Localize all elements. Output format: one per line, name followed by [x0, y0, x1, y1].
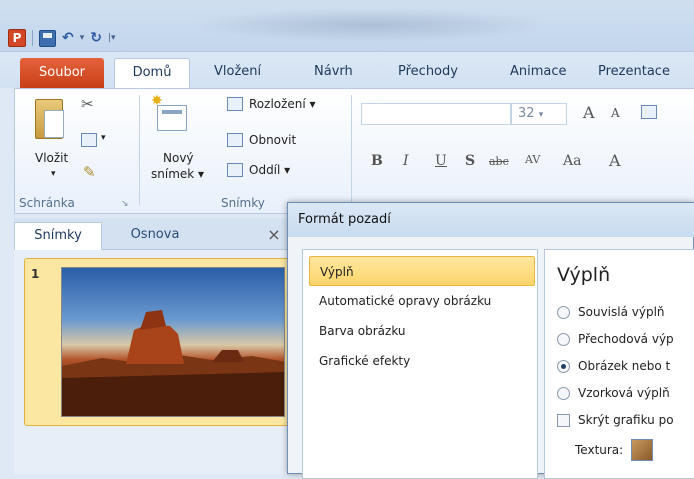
section-heading: Výplň	[557, 264, 611, 286]
format-painter-icon[interactable]: ✎	[83, 163, 96, 181]
paste-button[interactable]: Vložit	[35, 151, 68, 165]
desert-landscape-icon	[62, 310, 284, 416]
dialog-body: Výplň Automatické opravy obrázku Barva o…	[294, 239, 694, 479]
powerpoint-app-icon[interactable]: P	[8, 29, 26, 47]
font-size-select[interactable]: 32 ▾	[511, 103, 567, 125]
ribbon: Vložit ▾ ✂ ▾ ✎ Schránka ↘ ✸ Nový snímek …	[14, 88, 694, 214]
grow-font-button[interactable]: A	[583, 103, 595, 122]
underline-button[interactable]: U	[435, 153, 447, 169]
italic-button[interactable]: I	[403, 153, 409, 169]
cut-icon[interactable]: ✂	[81, 95, 94, 113]
clipboard-launcher-icon[interactable]: ↘	[121, 199, 129, 209]
save-icon[interactable]	[39, 29, 56, 47]
slides-group-label: Snímky	[221, 196, 265, 210]
option-pattern-fill[interactable]: Vzorková výplň	[557, 383, 670, 403]
new-slide-label-2[interactable]: snímek ▾	[151, 167, 204, 181]
label-picture-fill: Obrázek nebo t	[578, 359, 671, 373]
qat-separator	[32, 30, 33, 46]
label-pattern-fill: Vzorková výplň	[578, 386, 670, 400]
layout-button[interactable]: Rozložení ▾	[249, 97, 316, 111]
reset-button[interactable]: Obnovit	[249, 133, 296, 147]
option-gradient-fill[interactable]: Přechodová výp	[557, 329, 674, 349]
clear-formatting-icon[interactable]	[641, 105, 657, 119]
font-size-value: 32	[518, 106, 535, 121]
reset-icon[interactable]	[227, 133, 243, 147]
undo-dropdown-icon[interactable]: ▾	[80, 33, 85, 43]
tab-insert[interactable]: Vložení	[214, 58, 261, 88]
radio-gradient-fill[interactable]	[557, 332, 570, 346]
strikethrough-button[interactable]: abc	[489, 155, 509, 168]
slide-number: 1	[31, 267, 40, 281]
new-slide-sparkle-icon: ✸	[151, 93, 163, 109]
quick-access-toolbar: P ↶ ▾ ↻ |▾	[8, 28, 116, 48]
slide-thumbnail-selected[interactable]: 1	[24, 258, 300, 426]
clipboard-group-label: Schránka	[19, 196, 75, 210]
radio-picture-fill[interactable]	[557, 359, 570, 373]
change-case-button[interactable]: Aa	[563, 153, 581, 169]
option-hide-graphics[interactable]: Skrýt grafiku po	[557, 410, 674, 430]
nav-item-artistic-effects[interactable]: Grafické efekty	[309, 346, 535, 376]
copy-dropdown-icon[interactable]: ▾	[101, 133, 106, 143]
paste-icon[interactable]	[35, 99, 64, 139]
copy-icon[interactable]	[81, 133, 97, 147]
tab-outline[interactable]: Osnova	[110, 222, 200, 250]
window-title-blur	[190, 8, 550, 42]
label-gradient-fill: Přechodová výp	[578, 332, 674, 346]
repeat-icon[interactable]: ↻	[90, 30, 102, 46]
label-solid-fill: Souvislá výplň	[578, 305, 665, 319]
tab-animations[interactable]: Animace	[510, 58, 567, 88]
texture-picker-button[interactable]	[631, 439, 654, 461]
checkbox-hide-graphics[interactable]	[557, 413, 570, 427]
option-solid-fill[interactable]: Souvislá výplň	[557, 302, 665, 322]
nav-item-picture-corrections[interactable]: Automatické opravy obrázku	[309, 286, 535, 316]
option-picture-fill[interactable]: Obrázek nebo t	[557, 356, 670, 376]
group-separator	[139, 95, 140, 205]
label-texture: Textura:	[575, 443, 624, 457]
tab-transitions[interactable]: Přechody	[398, 58, 458, 88]
nav-item-picture-color[interactable]: Barva obrázku	[309, 316, 535, 346]
font-size-dropdown-icon[interactable]: ▾	[539, 110, 544, 120]
tab-home[interactable]: Domů	[114, 58, 190, 88]
section-button[interactable]: Oddíl ▾	[249, 163, 290, 177]
font-family-select[interactable]	[361, 103, 511, 125]
dialog-nav: Výplň Automatické opravy obrázku Barva o…	[302, 249, 538, 479]
slide-thumbnail-image	[61, 267, 285, 417]
group-separator	[351, 95, 352, 205]
undo-icon[interactable]: ↶	[62, 30, 74, 46]
radio-pattern-fill[interactable]	[557, 386, 570, 400]
format-background-dialog: Formát pozadí Výplň Automatické opravy o…	[287, 202, 694, 479]
dialog-content: Výplň Souvislá výplň Přechodová výp Obrá…	[544, 249, 694, 479]
new-slide-label-1[interactable]: Nový	[163, 151, 194, 165]
paste-dropdown-icon[interactable]: ▾	[51, 169, 56, 179]
tab-slides[interactable]: Snímky	[14, 222, 102, 250]
font-color-button[interactable]: A	[609, 151, 621, 170]
customize-qat-icon[interactable]: |▾	[108, 33, 116, 43]
tab-slideshow[interactable]: Prezentace	[598, 58, 670, 88]
shrink-font-button[interactable]: A	[611, 106, 620, 120]
radio-solid-fill[interactable]	[557, 305, 570, 319]
character-spacing-button[interactable]: AV	[525, 153, 540, 166]
label-hide-graphics: Skrýt grafiku po	[578, 413, 674, 427]
tab-design[interactable]: Návrh	[314, 58, 353, 88]
shadow-button[interactable]: S	[465, 153, 475, 169]
dialog-title[interactable]: Formát pozadí	[288, 203, 694, 237]
layout-icon[interactable]	[227, 97, 243, 111]
close-panel-button[interactable]: ×	[264, 222, 284, 250]
nav-item-fill[interactable]: Výplň	[309, 256, 535, 286]
title-bar: P ↶ ▾ ↻ |▾	[0, 0, 694, 52]
bold-button[interactable]: B	[371, 153, 383, 169]
texture-row: Textura:	[575, 439, 654, 461]
slide-thumbnails: 1	[14, 250, 300, 474]
section-icon[interactable]	[227, 163, 243, 177]
slides-panel-tabs: Snímky Osnova ×	[14, 218, 290, 250]
tab-file[interactable]: Soubor	[20, 58, 104, 90]
